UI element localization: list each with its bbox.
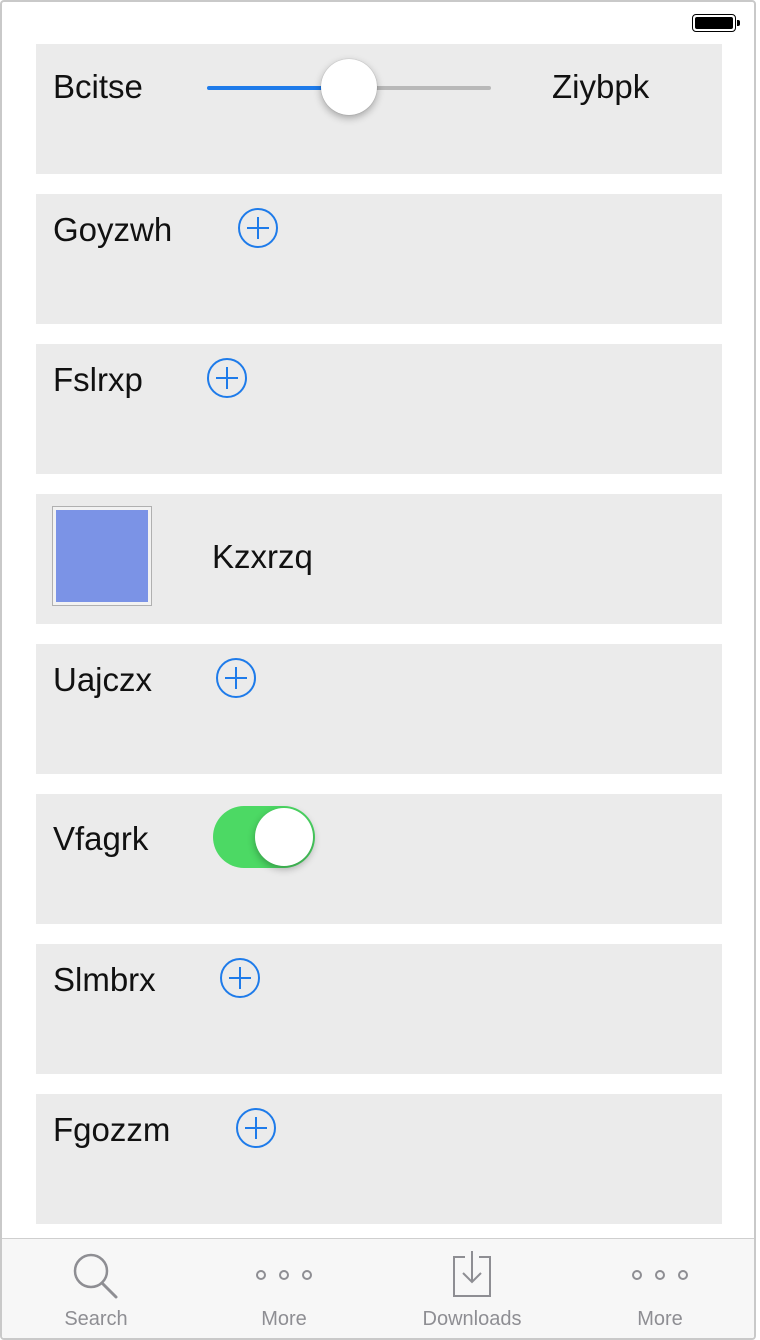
more-icon [256,1267,312,1283]
slider-max-label: Ziybpk [552,68,650,105]
add-circle-icon[interactable] [220,958,260,998]
toggle-row-label: Vfagrk [53,820,149,857]
search-icon [73,1253,118,1299]
tab-label: Search [64,1308,128,1330]
list-item-label: Fslrxp [53,361,143,398]
tab-more-2[interactable]: More [566,1239,754,1338]
slider-thumb[interactable] [321,59,377,115]
tab-label: Downloads [422,1308,522,1330]
download-icon [453,1251,491,1297]
toggle-switch[interactable] [213,806,315,868]
color-swatch-fill [56,510,148,602]
slider-min-label: Bcitse [53,68,143,105]
list-item-label: Goyzwh [53,211,173,248]
add-circle-icon[interactable] [238,208,278,248]
add-circle-icon[interactable] [236,1108,276,1148]
tab-label: More [261,1308,307,1330]
list-item-label: Slmbrx [53,961,156,998]
toggle-knob [255,808,313,866]
add-circle-icon[interactable] [216,658,256,698]
list-item-label: Fgozzm [53,1111,171,1148]
more-icon [632,1267,688,1283]
toggle-row [36,794,722,924]
list-item-label: Uajczx [53,661,153,698]
app-screen: Bcitse Ziybpk Goyzwh Fslrxp Kzxrzq Uajcz… [0,0,756,1340]
add-circle-icon[interactable] [207,358,247,398]
slider-row [36,44,722,174]
tab-label: More [637,1308,683,1330]
tab-bar: Search More Downloads More [2,1238,754,1338]
color-row-label: Kzxrzq [212,538,313,575]
battery-icon [692,14,740,32]
tab-search[interactable]: Search [2,1239,190,1338]
color-swatch[interactable] [52,506,152,606]
tab-more-1[interactable]: More [190,1239,378,1338]
tab-downloads[interactable]: Downloads [378,1239,566,1338]
